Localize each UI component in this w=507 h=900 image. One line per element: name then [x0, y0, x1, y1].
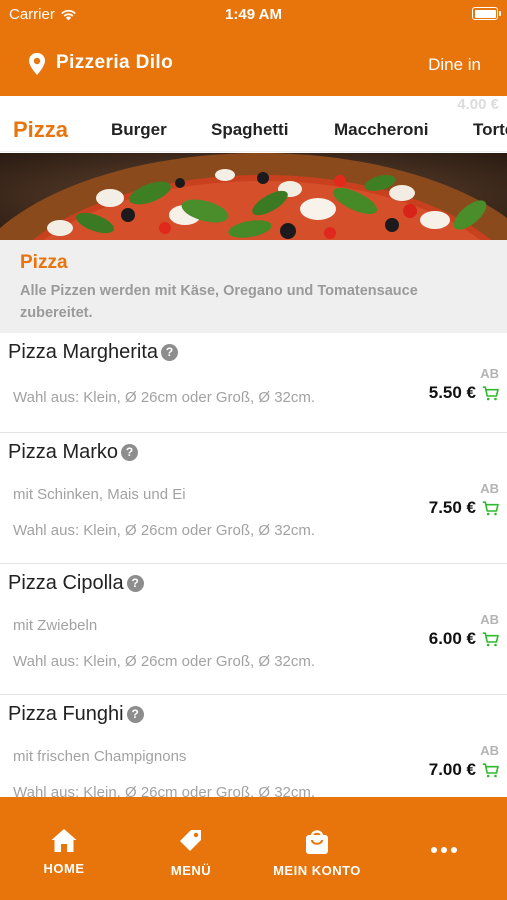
price-value: 5.50 € [428, 383, 476, 402]
add-to-cart-icon[interactable] [482, 762, 499, 778]
item-name: Pizza Margherita [8, 341, 159, 363]
price-prefix: AB [480, 612, 499, 627]
item-name-row: Pizza Margherita ? [8, 341, 179, 364]
item-name-row: Pizza Marko ? [8, 441, 139, 464]
category-description: Alle Pizzen werden mit Käse, Oregano und… [20, 283, 418, 321]
tab-spaghetti[interactable]: Spaghetti [211, 120, 288, 140]
bottom-nav: HOME MENÜ MEIN KONTO [0, 797, 507, 900]
price-prefix: AB [480, 743, 499, 758]
tab-pizza[interactable]: Pizza [13, 117, 68, 143]
item-options: Wahl aus: Klein, Ø 26cm oder Groß, Ø 32c… [13, 389, 316, 406]
menu-item-list: Pizza Margherita ? Wahl aus: Klein, Ø 26… [0, 333, 507, 797]
nav-menu-label: MENÜ [170, 863, 212, 878]
item-name: Pizza Cipolla [8, 572, 124, 594]
add-to-cart-icon[interactable] [482, 500, 499, 516]
add-to-cart-icon[interactable] [482, 385, 499, 401]
price-value: 6.00 € [428, 629, 476, 648]
nav-account-label: MEIN KONTO [273, 863, 361, 878]
add-to-cart-icon[interactable] [482, 631, 499, 647]
menu-item[interactable]: Pizza Cipolla ? mit Zwiebeln Wahl aus: K… [0, 564, 507, 695]
item-name-row: Pizza Cipolla ? [8, 572, 144, 595]
info-icon[interactable]: ? [126, 706, 144, 723]
price-prefix: AB [480, 366, 499, 381]
price-prefix: AB [480, 481, 499, 496]
status-time: 1:49 AM [225, 6, 282, 23]
item-options: Wahl aus: Klein, Ø 26cm oder Groß, Ø 32c… [13, 784, 316, 797]
info-icon[interactable]: ? [161, 344, 179, 361]
nav-home[interactable]: HOME [4, 827, 124, 876]
restaurant-name[interactable]: Pizzeria Dilo [56, 52, 173, 74]
item-description: mit Schinken, Mais und Ei [13, 486, 186, 503]
home-icon [51, 829, 77, 852]
menu-item[interactable]: Pizza Funghi ? mit frischen Champignons … [0, 695, 507, 797]
nav-more[interactable] [384, 841, 504, 859]
tag-icon [180, 830, 201, 851]
item-description: mit frischen Champignons [13, 748, 187, 765]
nav-menu[interactable]: MENÜ [131, 827, 251, 878]
price-value: 7.50 € [428, 498, 476, 517]
item-price[interactable]: 6.00 € [429, 629, 499, 649]
menu-item[interactable]: Pizza Margherita ? Wahl aus: Klein, Ø 26… [0, 333, 507, 433]
more-icon [431, 847, 457, 853]
category-info: Pizza Alle Pizzen werden mit Käse, Orega… [0, 240, 507, 333]
location-pin-icon[interactable] [27, 52, 47, 76]
app-header: Pizzeria Dilo Dine in [0, 30, 507, 96]
item-name: Pizza Marko [8, 441, 119, 463]
category-title: Pizza [20, 252, 68, 273]
info-icon[interactable]: ? [121, 444, 139, 461]
ghost-price: 4.00 € [457, 96, 499, 113]
item-name: Pizza Funghi [8, 703, 124, 725]
item-price[interactable]: 7.50 € [429, 498, 499, 518]
tab-burger[interactable]: Burger [111, 120, 167, 140]
nav-home-label: HOME [43, 861, 85, 876]
item-name-row: Pizza Funghi ? [8, 703, 144, 726]
tab-torte[interactable]: Torte [473, 120, 507, 140]
item-options: Wahl aus: Klein, Ø 26cm oder Groß, Ø 32c… [13, 653, 316, 670]
dine-in-selector[interactable]: Dine in [428, 55, 481, 75]
shopping-bag-icon [306, 830, 328, 854]
item-price[interactable]: 5.50 € [429, 383, 499, 403]
info-icon[interactable]: ? [126, 575, 144, 592]
menu-item[interactable]: Pizza Marko ? mit Schinken, Mais und Ei … [0, 433, 507, 564]
tab-maccheroni[interactable]: Maccheroni [334, 120, 428, 140]
nav-account[interactable]: MEIN KONTO [257, 827, 377, 878]
status-bar: Carrier 1:49 AM [0, 0, 507, 30]
category-tabs: 4.00 € Pizza Burger Spaghetti Maccheroni… [0, 96, 507, 152]
price-value: 7.00 € [428, 760, 476, 779]
category-banner-image [0, 153, 507, 240]
item-price[interactable]: 7.00 € [429, 760, 499, 780]
battery-icon [472, 7, 501, 20]
item-options: Wahl aus: Klein, Ø 26cm oder Groß, Ø 32c… [13, 522, 316, 539]
item-description: mit Zwiebeln [13, 617, 98, 634]
